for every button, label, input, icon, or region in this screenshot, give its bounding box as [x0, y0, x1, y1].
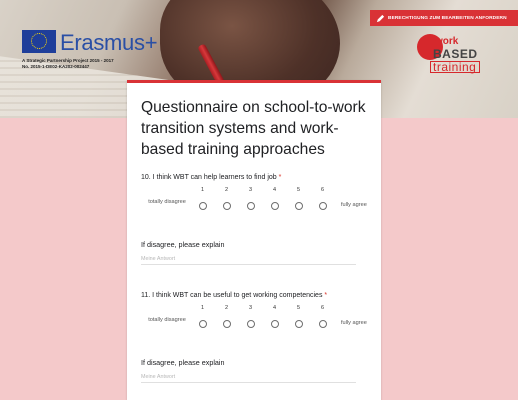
erasmus-subtitle: A Strategic Partnership Project 2015 - 2…: [22, 58, 114, 69]
radio-option-4[interactable]: [271, 202, 279, 210]
radio-option-1[interactable]: [199, 202, 207, 210]
card-accent-bar: [127, 80, 381, 83]
scale-number: 1: [201, 187, 205, 193]
scale-numbers: 1 2 3 4 5 6: [201, 305, 345, 311]
scale-number: 2: [225, 187, 229, 193]
radio-option-5[interactable]: [295, 320, 303, 328]
question-11: 11. I think WBT can be useful to get wor…: [141, 292, 371, 383]
eu-flag-icon: [22, 30, 56, 53]
scale-number: 3: [249, 305, 253, 311]
radio-option-2[interactable]: [223, 320, 231, 328]
answer-input[interactable]: Meine Antwort: [141, 256, 356, 265]
scale-number: 6: [321, 187, 325, 193]
radio-option-3[interactable]: [247, 320, 255, 328]
scale-high-label: fully agree: [341, 202, 367, 208]
scale-number: 2: [225, 305, 229, 311]
form-title: Questionnaire on school-to-work transiti…: [141, 99, 366, 158]
scale-numbers: 1 2 3 4 5 6: [201, 187, 345, 193]
radio-option-3[interactable]: [247, 202, 255, 210]
request-edit-button[interactable]: BERECHTIGUNG ZUM BEARBEITEN ANFORDERN: [370, 10, 518, 26]
logo-line-work: work: [435, 36, 459, 47]
radio-option-4[interactable]: [271, 320, 279, 328]
scale-number: 5: [297, 187, 301, 193]
followup-label: If disagree, please explain: [141, 240, 225, 249]
scale-high-label: fully agree: [341, 320, 367, 326]
question-label: 10. I think WBT can help learners to fin…: [141, 174, 282, 181]
scale-number: 1: [201, 305, 205, 311]
answer-input[interactable]: Meine Antwort: [141, 374, 356, 383]
radio-option-1[interactable]: [199, 320, 207, 328]
required-mark: *: [324, 292, 328, 299]
scale-low-label: totally disagree: [148, 317, 186, 323]
form-card: Questionnaire on school-to-work transiti…: [127, 80, 381, 400]
radio-option-2[interactable]: [223, 202, 231, 210]
scale-number: 6: [321, 305, 325, 311]
pencil-icon: [376, 14, 385, 22]
radio-option-6[interactable]: [319, 320, 327, 328]
scale-number: 4: [273, 305, 277, 311]
radio-option-6[interactable]: [319, 202, 327, 210]
followup-label: If disagree, please explain: [141, 358, 225, 367]
workbased-training-logo: work BASED training: [417, 34, 485, 78]
linear-scale: totally disagree fully agree: [141, 198, 373, 220]
required-mark: *: [278, 174, 282, 181]
request-edit-label: BERECHTIGUNG ZUM BEARBEITEN ANFORDERN: [388, 15, 507, 21]
radio-option-5[interactable]: [295, 202, 303, 210]
scale-number: 5: [297, 305, 301, 311]
scale-low-label: totally disagree: [148, 199, 186, 205]
question-label: 11. I think WBT can be useful to get wor…: [141, 292, 328, 299]
erasmus-logo-text: Erasmus+: [60, 30, 158, 55]
scale-number: 3: [249, 187, 253, 193]
question-10: 10. I think WBT can help learners to fin…: [141, 174, 371, 265]
scale-number: 4: [273, 187, 277, 193]
linear-scale: totally disagree fully agree: [141, 316, 373, 338]
logo-line-training: training: [429, 60, 481, 74]
logo-line-based: BASED: [433, 47, 478, 61]
